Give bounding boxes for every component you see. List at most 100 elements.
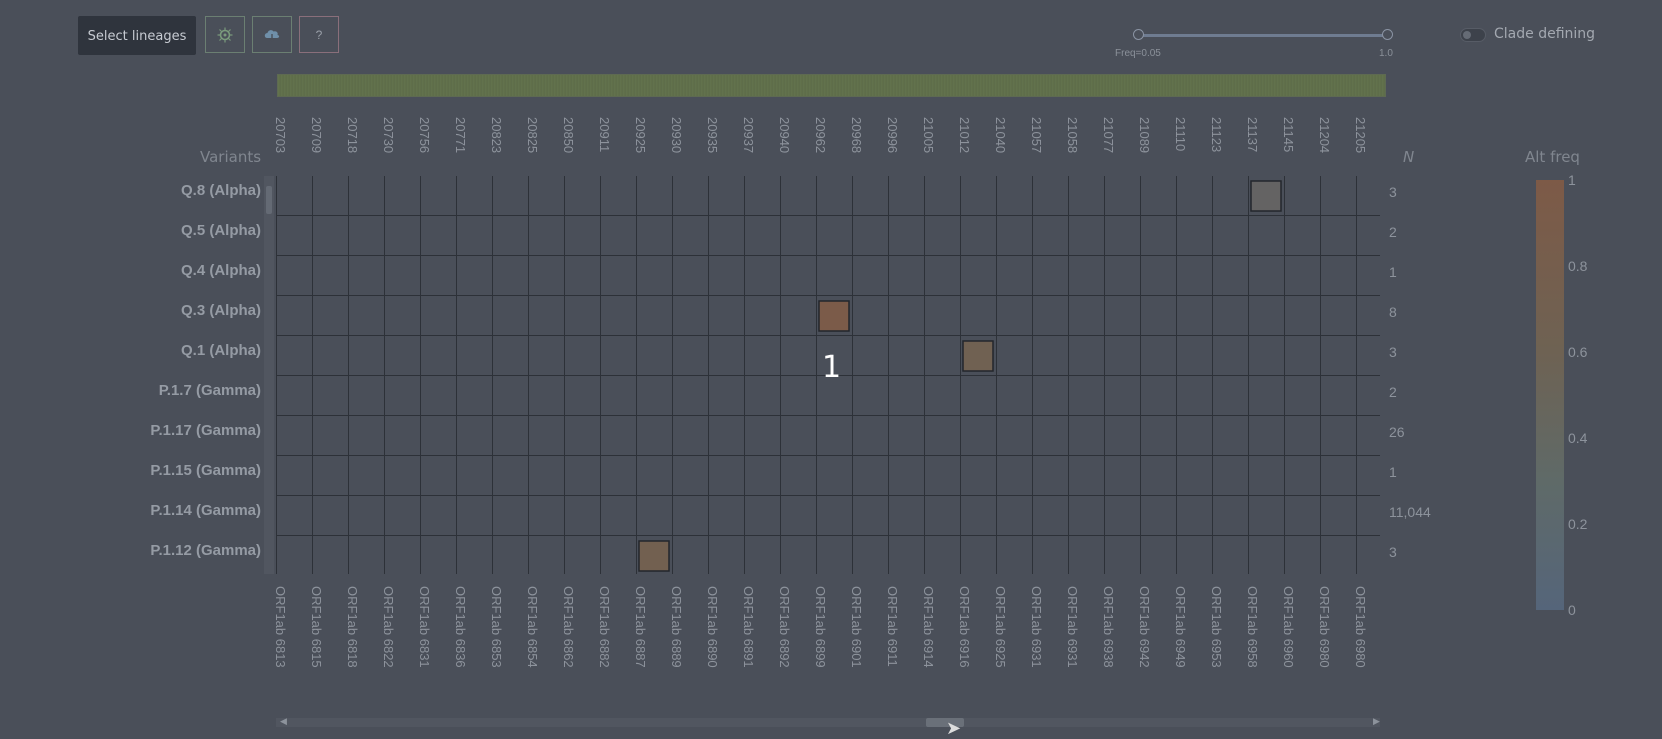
vertical-scrollbar[interactable] [264,176,274,574]
colorbar-tick: 0.8 [1568,258,1588,274]
lineage-label[interactable]: Q.4 (Alpha) [181,262,261,279]
gene-label: ORF1ab 6958 [1245,586,1260,668]
freq-slider-max-handle[interactable] [1382,29,1393,40]
sample-count: 8 [1389,304,1397,320]
horizontal-scrollbar[interactable] [276,718,1380,727]
position-label: 20730 [381,117,396,154]
genome-overview-bar[interactable] [277,74,1386,97]
lineage-label[interactable]: P.1.12 (Gamma) [150,542,261,559]
position-label: 21058 [1065,117,1080,154]
gene-label: ORF1ab 6980 [1353,586,1368,668]
gene-label: ORF1ab 6931 [1065,586,1080,668]
colorbar-tick: 0.2 [1568,516,1588,532]
gene-label: ORF1ab 6901 [849,586,864,668]
heatmap-cell[interactable] [638,540,670,572]
gene-label: ORF1ab 6836 [453,586,468,668]
position-label: 21204 [1317,117,1332,154]
sample-count: 1 [1389,264,1397,280]
scroll-right-arrow[interactable]: ▶ [1373,716,1380,727]
position-label: 20962 [813,117,828,154]
lineage-label[interactable]: Q.1 (Alpha) [181,342,261,359]
mouse-cursor-icon: ➤ [946,718,962,738]
lineage-label[interactable]: Q.3 (Alpha) [181,302,261,319]
position-label: 20718 [345,117,360,154]
colorbar-tick: 0 [1568,602,1576,618]
position-label: 20940 [777,117,792,154]
position-label: 20930 [669,117,684,154]
lineage-label[interactable]: P.1.7 (Gamma) [159,382,261,399]
help-button[interactable]: ? [299,16,339,53]
position-label: 20771 [453,117,468,154]
gene-label: ORF1ab 6890 [705,586,720,668]
heatmap-cell[interactable] [818,300,850,332]
position-label: 21077 [1101,117,1116,154]
variants-axis-title: Variants [200,148,262,166]
lineage-label[interactable]: P.1.17 (Gamma) [150,422,261,439]
lineage-label[interactable]: Q.8 (Alpha) [181,182,261,199]
sample-count: 11,044 [1389,504,1431,520]
gene-label: ORF1ab 6818 [345,586,360,668]
gene-label: ORF1ab 6942 [1137,586,1152,668]
sample-count: 2 [1389,224,1397,240]
freq-slider-track[interactable] [1138,34,1388,37]
position-label: 21040 [993,117,1008,154]
heatmap-cell[interactable] [962,340,994,372]
gene-label: ORF1ab 6891 [741,586,756,668]
gene-label: ORF1ab 6822 [381,586,396,668]
freq-slider-min-handle[interactable] [1133,29,1144,40]
n-axis-title: N [1403,148,1415,166]
position-label: 21205 [1353,117,1368,154]
position-label: 20937 [741,117,756,154]
lineage-label[interactable]: Q.5 (Alpha) [181,222,261,239]
position-label: 21012 [957,117,972,154]
select-lineages-button[interactable]: Select lineages [78,16,196,55]
step-number: 1 [822,350,842,385]
position-label: 21145 [1281,117,1296,153]
position-label: 20823 [489,117,504,154]
freq-min-label: Freq=0.05 [1115,48,1161,59]
gene-label: ORF1ab 6813 [273,586,288,668]
sample-count: 2 [1389,384,1397,400]
heatmap-cell[interactable] [1250,180,1282,212]
gene-label: ORF1ab 6911 [885,586,900,667]
sample-count: 26 [1389,424,1405,440]
position-label: 20925 [633,117,648,154]
gene-label: ORF1ab 6862 [561,586,576,668]
position-label: 21123 [1209,117,1224,153]
download-button[interactable] [252,16,292,53]
gene-label: ORF1ab 6815 [309,586,324,668]
gene-label: ORF1ab 6960 [1281,586,1296,668]
gene-label: ORF1ab 6925 [993,586,1008,668]
lineage-label[interactable]: P.1.15 (Gamma) [150,462,261,479]
colorbar-tick: 0.4 [1568,430,1588,446]
clade-defining-toggle[interactable] [1460,28,1486,42]
alt-freq-axis-title: Alt freq [1525,148,1580,166]
gene-label: ORF1ab 6889 [669,586,684,668]
lineage-label[interactable]: P.1.14 (Gamma) [150,502,261,519]
gene-label: ORF1ab 6914 [921,586,936,668]
freq-max-label: 1.0 [1379,48,1393,59]
sample-count: 3 [1389,344,1397,360]
position-label: 20703 [273,117,288,154]
gene-label: ORF1ab 6854 [525,586,540,668]
position-label: 21137 [1245,117,1260,153]
gene-label: ORF1ab 6831 [417,586,432,668]
position-label: 20968 [849,117,864,154]
position-label: 20756 [417,117,432,154]
position-label: 21110 [1173,117,1188,152]
position-label: 20911 [597,117,612,153]
position-label: 21057 [1029,117,1044,154]
gene-label: ORF1ab 6931 [1029,586,1044,668]
virus-icon [217,27,233,42]
gene-label: ORF1ab 6899 [813,586,828,668]
sample-count: 1 [1389,464,1397,480]
scroll-left-arrow[interactable]: ◀ [280,716,287,727]
cloud-download-icon [264,29,280,42]
colorbar-tick: 0.6 [1568,344,1588,360]
gene-label: ORF1ab 6938 [1101,586,1116,668]
position-label: 20709 [309,117,324,154]
colorbar-tick: 1 [1568,172,1576,188]
help-icon: ? [315,27,323,42]
virus-icon-button[interactable] [205,16,245,53]
gene-label: ORF1ab 6853 [489,586,504,668]
